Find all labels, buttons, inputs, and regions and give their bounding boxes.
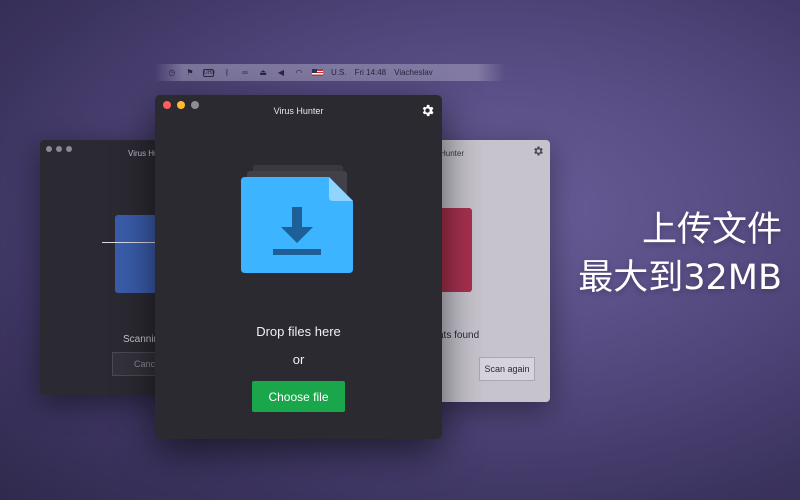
input-source-label[interactable]: U.S.	[331, 68, 347, 77]
or-label: or	[292, 352, 305, 367]
scan-again-button[interactable]: Scan again	[479, 357, 535, 381]
bluetooth-icon[interactable]: ᛒ	[222, 68, 232, 77]
menu-bar: ◷ ⚑ UHD ᛒ ∞ ⏏ ◀ ◠ U.S. Fri 14:48 Viaches…	[155, 64, 505, 81]
gear-icon[interactable]	[532, 145, 544, 157]
result-window: Hunter ats found Scan again	[430, 140, 550, 402]
drop-file-icon[interactable]	[241, 165, 357, 277]
caption-line-2: 最大到32MB	[578, 258, 782, 298]
window-title: Hunter	[440, 149, 465, 158]
scan-status: Scannin	[123, 334, 160, 345]
display-icon[interactable]: UHD	[203, 68, 215, 77]
time-machine-icon[interactable]: ◷	[167, 68, 177, 77]
download-arrow-base	[273, 249, 321, 255]
menubar-clock[interactable]: Fri 14:48	[355, 68, 387, 77]
infected-file-icon	[440, 208, 472, 292]
scanning-window: Virus Hun Scannin Cance	[40, 140, 170, 395]
us-flag-icon[interactable]	[312, 69, 323, 76]
binoculars-icon[interactable]: ∞	[240, 68, 250, 77]
window-title: Virus Hunter	[273, 106, 324, 116]
window-controls	[46, 146, 72, 152]
wifi-icon[interactable]: ◠	[294, 68, 304, 77]
main-window: Virus Hunter Drop files here or Choose f…	[155, 95, 442, 439]
menubar-user[interactable]: Viacheslav	[394, 68, 433, 77]
eject-icon[interactable]: ⏏	[258, 68, 268, 77]
flag-icon[interactable]: ⚑	[185, 68, 195, 77]
close-dot-icon[interactable]	[46, 146, 52, 152]
minimize-dot-icon[interactable]	[56, 146, 62, 152]
volume-icon[interactable]: ◀	[276, 68, 286, 77]
result-status: ats found	[438, 330, 480, 341]
caption-line-1: 上传文件	[641, 210, 782, 250]
zoom-dot-icon[interactable]	[66, 146, 72, 152]
drop-files-label: Drop files here	[256, 324, 341, 339]
gear-icon[interactable]	[420, 103, 435, 118]
promo-caption: 上传文件 最大到32MB	[578, 206, 782, 302]
choose-file-button[interactable]: Choose file	[252, 381, 345, 412]
